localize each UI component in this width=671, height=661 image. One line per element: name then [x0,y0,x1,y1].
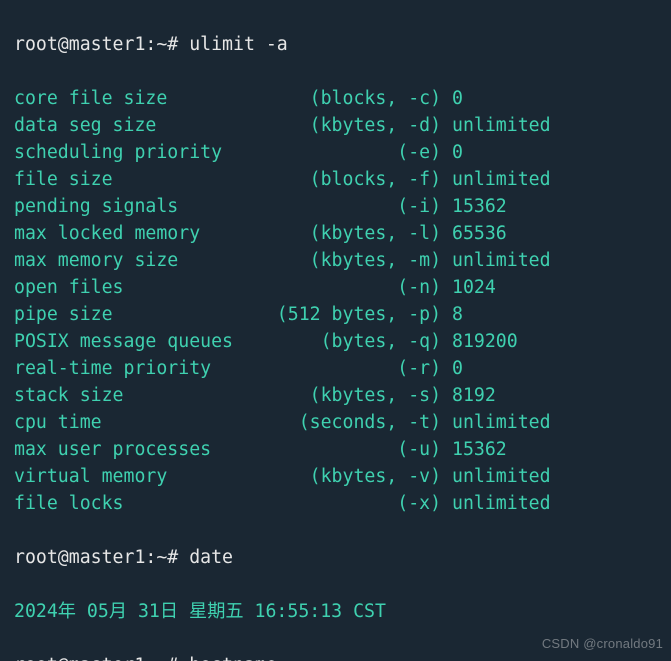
ulimit-value: 8192 [452,385,496,406]
ulimit-row: file locks (-x) unlimited [14,490,657,517]
ulimit-label: file size [14,169,277,190]
ulimit-unit: (bytes, -q) [277,331,452,352]
ulimit-row: open files (-n) 1024 [14,274,657,301]
date-output: 2024年 05月 31日 星期五 16:55:13 CST [14,598,657,625]
ulimit-label: max locked memory [14,223,277,244]
ulimit-value: unlimited [452,493,551,514]
ulimit-unit: (kbytes, -d) [277,115,452,136]
ulimit-unit: (-i) [277,196,452,217]
ulimit-value: 1024 [452,277,496,298]
ulimit-row: pending signals (-i) 15362 [14,193,657,220]
command-text: ulimit -a [189,34,288,55]
ulimit-label: stack size [14,385,277,406]
shell-prompt: root@master1:~# [14,34,189,55]
ulimit-unit: (blocks, -c) [277,88,452,109]
ulimit-row: data seg size (kbytes, -d) unlimited [14,112,657,139]
ulimit-label: virtual memory [14,466,277,487]
ulimit-unit: (-n) [277,277,452,298]
ulimit-value: 819200 [452,331,518,352]
ulimit-unit: (kbytes, -l) [277,223,452,244]
ulimit-label: pipe size [14,304,277,325]
ulimit-value: 0 [452,88,463,109]
ulimit-unit: (blocks, -f) [277,169,452,190]
ulimit-unit: (seconds, -t) [277,412,452,433]
ulimit-label: scheduling priority [14,142,277,163]
ulimit-unit: (-x) [277,493,452,514]
ulimit-value: unlimited [452,466,551,487]
ulimit-row: pipe size (512 bytes, -p) 8 [14,301,657,328]
shell-prompt: root@master1:~# [14,547,189,568]
ulimit-value: 8 [452,304,463,325]
ulimit-value: 65536 [452,223,507,244]
ulimit-value: unlimited [452,169,551,190]
terminal-output[interactable]: root@master1:~# ulimit -a core file size… [0,0,671,661]
ulimit-value: 15362 [452,196,507,217]
watermark-text: CSDN @cronaldo91 [542,630,663,657]
ulimit-label: real-time priority [14,358,277,379]
ulimit-row: max memory size (kbytes, -m) unlimited [14,247,657,274]
ulimit-label: data seg size [14,115,277,136]
ulimit-label: max memory size [14,250,277,271]
ulimit-value: unlimited [452,115,551,136]
ulimit-unit: (-u) [277,439,452,460]
ulimit-row: max user processes (-u) 15362 [14,436,657,463]
ulimit-label: max user processes [14,439,277,460]
ulimit-value: 0 [452,142,463,163]
ulimit-unit: (kbytes, -v) [277,466,452,487]
ulimit-label: core file size [14,88,277,109]
ulimit-value: unlimited [452,250,551,271]
ulimit-row: scheduling priority (-e) 0 [14,139,657,166]
ulimit-row: real-time priority (-r) 0 [14,355,657,382]
ulimit-row: max locked memory (kbytes, -l) 65536 [14,220,657,247]
ulimit-unit: (-e) [277,142,452,163]
ulimit-row: stack size (kbytes, -s) 8192 [14,382,657,409]
ulimit-label: cpu time [14,412,277,433]
ulimit-row: virtual memory (kbytes, -v) unlimited [14,463,657,490]
ulimit-row: file size (blocks, -f) unlimited [14,166,657,193]
ulimit-label: pending signals [14,196,277,217]
ulimit-unit: (512 bytes, -p) [277,304,452,325]
ulimit-row: cpu time (seconds, -t) unlimited [14,409,657,436]
ulimit-value: 15362 [452,439,507,460]
ulimit-row: POSIX message queues (bytes, -q) 819200 [14,328,657,355]
command-text: date [189,547,233,568]
ulimit-value: 0 [452,358,463,379]
ulimit-label: POSIX message queues [14,331,277,352]
ulimit-unit: (kbytes, -s) [277,385,452,406]
ulimit-label: file locks [14,493,277,514]
shell-prompt: root@master1:~# [14,655,189,661]
command-text: hostname [189,655,277,661]
ulimit-unit: (kbytes, -m) [277,250,452,271]
ulimit-unit: (-r) [277,358,452,379]
ulimit-row: core file size (blocks, -c) 0 [14,85,657,112]
ulimit-label: open files [14,277,277,298]
ulimit-value: unlimited [452,412,551,433]
